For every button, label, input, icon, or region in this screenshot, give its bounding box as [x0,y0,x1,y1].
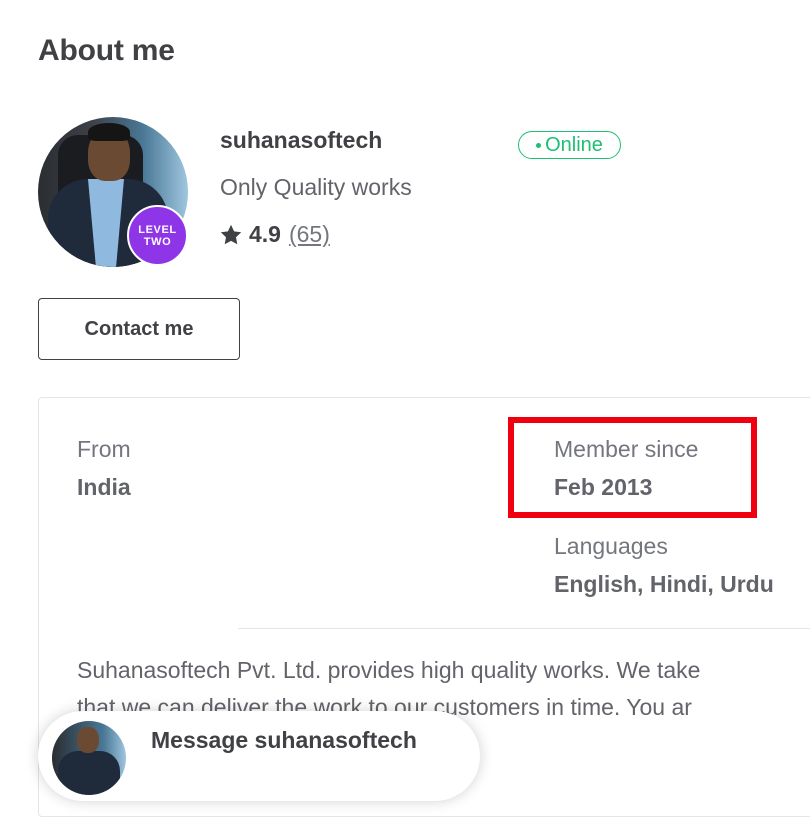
message-seller-bubble[interactable]: Message suhanasoftech [38,711,480,801]
languages-label: Languages [554,533,668,559]
star-icon [220,224,242,244]
message-avatar [52,721,126,795]
member-since-value: Feb 2013 [554,474,653,500]
level-badge-line2: TWO [143,235,172,248]
rating-score: 4.9 [249,221,281,247]
online-status-badge: Online [518,131,621,159]
member-since-label: Member since [554,436,699,462]
online-dot-icon [536,142,542,148]
seller-username[interactable]: suhanasoftech [220,127,382,154]
message-seller-label[interactable]: Message suhanasoftech [151,727,417,754]
online-status-label: Online [545,133,603,156]
level-badge-line1: LEVEL [138,223,177,236]
languages-value: English, Hindi, Urdu [554,571,774,597]
contact-me-button[interactable]: Contact me [38,298,240,360]
description-line-1: Suhanasoftech Pvt. Ltd. provides high qu… [77,657,701,683]
from-label: From [77,436,131,462]
review-count-link[interactable]: (65) [289,221,330,248]
seller-rating: 4.9 (65) [219,221,330,248]
stats-divider [238,628,810,629]
from-value: India [77,474,131,500]
level-badge: LEVEL TWO [127,205,188,266]
section-title: About me [38,34,175,67]
seller-tagline: Only Quality works [220,174,412,200]
